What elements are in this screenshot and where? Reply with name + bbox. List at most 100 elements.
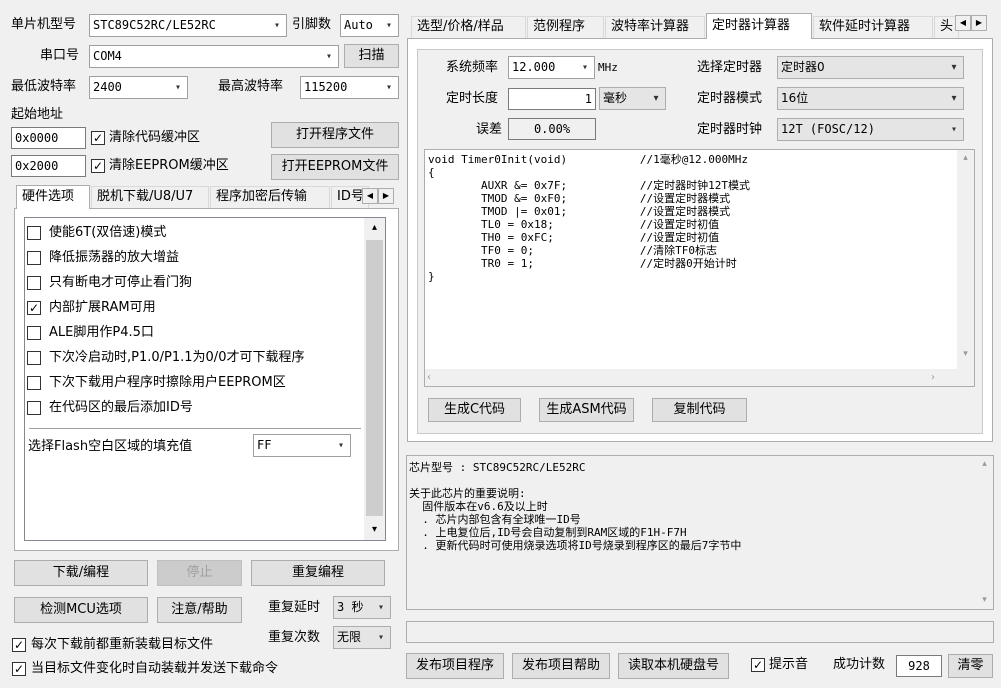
- addr1-input[interactable]: 0x0000: [11, 127, 86, 149]
- chevron-right-icon[interactable]: ›: [931, 369, 935, 386]
- gen-c-button[interactable]: 生成C代码: [428, 398, 521, 422]
- code-output[interactable]: void Timer0Init(void) //1毫秒@12.000MHz{ A…: [424, 149, 975, 387]
- chevron-up-icon[interactable]: ▴: [976, 456, 993, 473]
- length-label: 定时长度: [446, 91, 499, 106]
- tab-scroll-left-icon[interactable]: ◀: [955, 15, 971, 31]
- hw-option-checkbox[interactable]: [27, 226, 41, 240]
- fill-select[interactable]: FF ▾: [253, 434, 351, 457]
- scrollbar-thumb[interactable]: [366, 240, 383, 516]
- hw-option-checkbox[interactable]: [27, 251, 41, 265]
- chevron-down-icon: ▾: [174, 82, 182, 93]
- length-input[interactable]: 1: [508, 88, 596, 110]
- hw-option-row[interactable]: ALE脚用作P4.5口: [27, 324, 357, 344]
- chevron-down-icon: ▾: [951, 62, 957, 73]
- hw-option-row[interactable]: 下次下载用户程序时擦除用户EEPROM区: [27, 374, 357, 394]
- progress-bar: [406, 621, 994, 643]
- min-baud-select[interactable]: 2400 ▾: [89, 76, 188, 99]
- sysfreq-select[interactable]: 12.000 ▾: [508, 56, 595, 79]
- hw-option-row[interactable]: 只有断电才可停止看门狗: [27, 274, 357, 294]
- stop-button[interactable]: 停止: [157, 560, 242, 586]
- select-timer-dropdown[interactable]: 定时器0 ▾: [777, 56, 964, 79]
- chevron-down-icon[interactable]: ▾: [957, 346, 974, 363]
- code-line: TF0 = 0; //清除TF0标志: [428, 244, 718, 257]
- info-vscrollbar[interactable]: ▴ ▾: [976, 456, 993, 609]
- code-line: AUXR &= 0x7F; //定时器时钟12T模式: [428, 179, 751, 192]
- mcu-label: 单片机型号: [11, 17, 77, 32]
- tab-selection[interactable]: 选型/价格/样品: [411, 16, 526, 38]
- clear-count-button[interactable]: 清零: [948, 654, 993, 678]
- tab-examples[interactable]: 范例程序: [527, 16, 604, 38]
- tab-hardware[interactable]: 硬件选项: [16, 185, 90, 209]
- sound-checkbox[interactable]: ✓: [751, 658, 765, 672]
- repeat-count-select[interactable]: 无限 ▾: [333, 626, 391, 649]
- tab-offline[interactable]: 脱机下载/U8/U7: [91, 186, 209, 208]
- hw-option-checkbox[interactable]: ✓: [27, 301, 41, 315]
- chip-info-box: 芯片型号 : STC89C52RC/LE52RC 关于此芯片的重要说明: 固件版本…: [406, 455, 994, 610]
- hw-option-row[interactable]: 使能6T(双倍速)模式: [27, 224, 357, 244]
- tab-delay-calc[interactable]: 软件延时计算器: [813, 16, 933, 38]
- clock-label: 定时器时钟: [697, 122, 763, 137]
- hw-option-label: 降低振荡器的放大增益: [49, 250, 180, 265]
- vertical-scrollbar[interactable]: ▴ ▾: [364, 218, 385, 540]
- mcu-select[interactable]: STC89C52RC/LE52RC ▾: [89, 14, 287, 37]
- clear-eeprom-label: 清除EEPROM缓冲区: [109, 158, 229, 173]
- hw-option-checkbox[interactable]: [27, 326, 41, 340]
- pins-select[interactable]: Auto ▾: [340, 14, 399, 37]
- auto-send-checkbox[interactable]: ✓: [12, 662, 26, 676]
- hw-option-row[interactable]: ✓ 内部扩展RAM可用: [27, 299, 357, 319]
- tab-timer-calc[interactable]: 定时器计算器: [706, 13, 812, 39]
- sysfreq-unit: MHz: [598, 61, 618, 74]
- reload-checkbox[interactable]: ✓: [12, 638, 26, 652]
- chevron-down-icon: ▾: [377, 632, 385, 643]
- chevron-left-icon[interactable]: ‹: [427, 369, 431, 386]
- chevron-up-icon[interactable]: ▴: [364, 218, 385, 238]
- code-line: TH0 = 0xFC; //设置定时初值: [428, 231, 720, 244]
- tab-scroll-right-icon[interactable]: ▶: [971, 15, 987, 31]
- pins-label: 引脚数: [292, 17, 332, 32]
- gen-asm-button[interactable]: 生成ASM代码: [539, 398, 634, 422]
- reprogram-button[interactable]: 重复编程: [251, 560, 385, 586]
- clock-select[interactable]: 12T (FOSC/12) ▾: [777, 118, 964, 141]
- read-disk-button[interactable]: 读取本机硬盘号: [618, 653, 729, 679]
- chevron-down-icon: ▾: [325, 51, 333, 62]
- info-line: 芯片型号 : STC89C52RC/LE52RC: [409, 461, 586, 474]
- code-line: void Timer0Init(void) //1毫秒@12.000MHz: [428, 153, 749, 166]
- help-button[interactable]: 注意/帮助: [157, 597, 242, 623]
- chevron-down-icon[interactable]: ▾: [364, 520, 385, 540]
- code-hscrollbar[interactable]: ‹ ›: [425, 369, 957, 386]
- tab-scroll-right-icon[interactable]: ▶: [378, 188, 394, 204]
- divider: [29, 428, 361, 429]
- chevron-up-icon[interactable]: ▴: [957, 150, 974, 167]
- open-eeprom-button[interactable]: 打开EEPROM文件: [271, 154, 399, 180]
- mode-select[interactable]: 16位 ▾: [777, 87, 964, 110]
- scan-button[interactable]: 扫描: [344, 44, 399, 68]
- code-line: {: [428, 166, 435, 179]
- hw-option-row[interactable]: 在代码区的最后添加ID号: [27, 399, 357, 419]
- max-baud-select[interactable]: 115200 ▾: [300, 76, 399, 99]
- tab-encrypt[interactable]: 程序加密后传输: [210, 186, 330, 208]
- repeat-delay-select[interactable]: 3 秒 ▾: [333, 596, 391, 619]
- hw-option-label: 使能6T(双倍速)模式: [49, 225, 167, 240]
- code-vscrollbar[interactable]: ▴ ▾: [957, 150, 974, 386]
- detect-mcu-button[interactable]: 检测MCU选项: [14, 597, 148, 623]
- info-line: 固件版本在v6.6及以上时: [409, 500, 548, 513]
- addr2-input[interactable]: 0x2000: [11, 155, 86, 177]
- hw-option-row[interactable]: 降低振荡器的放大增益: [27, 249, 357, 269]
- download-button[interactable]: 下载/编程: [14, 560, 148, 586]
- hw-option-checkbox[interactable]: [27, 376, 41, 390]
- clear-eeprom-checkbox[interactable]: ✓: [91, 159, 105, 173]
- copy-code-button[interactable]: 复制代码: [652, 398, 747, 422]
- hw-option-checkbox[interactable]: [27, 276, 41, 290]
- length-unit-select[interactable]: 毫秒 ▾: [599, 87, 666, 110]
- hw-option-checkbox[interactable]: [27, 401, 41, 415]
- publish-help-button[interactable]: 发布项目帮助: [512, 653, 610, 679]
- hw-option-row[interactable]: 下次冷启动时,P1.0/P1.1为0/0才可下载程序: [27, 349, 357, 369]
- port-select[interactable]: COM4 ▾: [89, 45, 339, 68]
- open-program-button[interactable]: 打开程序文件: [271, 122, 399, 148]
- tab-scroll-left-icon[interactable]: ◀: [362, 188, 378, 204]
- chevron-down-icon[interactable]: ▾: [976, 592, 993, 609]
- tab-baud-calc[interactable]: 波特率计算器: [605, 16, 705, 38]
- publish-program-button[interactable]: 发布项目程序: [406, 653, 504, 679]
- clear-code-checkbox[interactable]: ✓: [91, 131, 105, 145]
- hw-option-checkbox[interactable]: [27, 351, 41, 365]
